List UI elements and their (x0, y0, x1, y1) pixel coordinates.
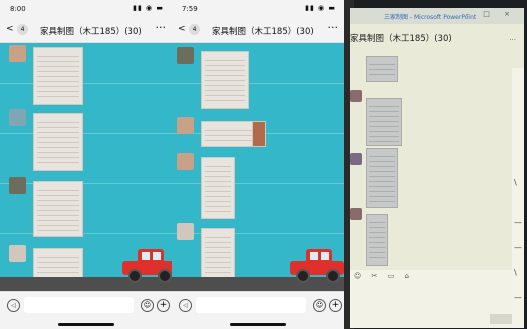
bg-wave (0, 133, 172, 134)
drawing-photo-message[interactable] (366, 98, 402, 146)
photo-edge (252, 121, 266, 147)
voice-icon[interactable]: ◁ (7, 299, 20, 312)
side-panel: \ — — \ — (512, 68, 524, 328)
drawing-photo-message[interactable] (201, 157, 235, 219)
side-mark: — (514, 293, 522, 302)
avatar[interactable] (177, 117, 194, 134)
drawing-photo-message[interactable] (33, 47, 83, 105)
window-title: 三家制图 - Microsoft PowerPoint (384, 14, 477, 21)
message-input-bar: ◁ ☺ + (0, 291, 172, 329)
drawing-photo-message[interactable] (366, 214, 388, 266)
chat-title: 家具制图（木工185）(30) (212, 27, 314, 37)
drawing-photo-message[interactable] (366, 56, 398, 82)
side-mark: \ (514, 268, 517, 277)
home-indicator (230, 323, 286, 326)
avatar[interactable] (9, 245, 26, 262)
plus-icon[interactable]: + (157, 299, 170, 312)
side-mark: — (514, 218, 522, 227)
signal-battery-icon: ▮▮ ◉ ▬ (305, 4, 336, 12)
message-input[interactable] (196, 297, 306, 313)
bg-wave (0, 233, 172, 234)
chat-title: 家具制图（木工185）(30) (40, 27, 142, 37)
plus-icon[interactable]: + (329, 299, 342, 312)
bg-wave (172, 183, 344, 184)
avatar[interactable] (350, 153, 362, 165)
voice-icon[interactable]: ◁ (179, 299, 192, 312)
chat-header: < 4 家具制图（木工185）(30) ··· (172, 18, 344, 43)
bg-wave (172, 233, 344, 234)
status-bar: 8:00 ▮▮ ◉ ▬ (0, 0, 172, 18)
desktop-chat-window: 三家制图 - Microsoft PowerPoint – □ × 家具制图（木… (350, 8, 524, 328)
drawing-photo-message[interactable] (366, 148, 398, 208)
message-input[interactable] (24, 297, 134, 313)
home-indicator (58, 323, 114, 326)
avatar[interactable] (9, 109, 26, 126)
avatar[interactable] (9, 45, 26, 62)
chat-title: 家具制图（木工185）(30) (350, 34, 452, 44)
chat-background (0, 43, 172, 291)
drawing-photo-message[interactable] (201, 51, 249, 109)
status-bar: 7:59 ▮▮ ◉ ▬ (172, 0, 344, 18)
status-time: 7:59 (182, 5, 198, 13)
send-button[interactable] (490, 314, 512, 324)
drawing-photo-message[interactable] (33, 113, 83, 171)
emoji-icon[interactable]: ☺ (313, 299, 326, 312)
avatar[interactable] (177, 153, 194, 170)
unread-badge[interactable]: 4 (17, 24, 28, 35)
window-titlebar: 三家制图 - Microsoft PowerPoint – □ × (350, 8, 524, 24)
phone-screenshot-left: 8:00 ▮▮ ◉ ▬ < 4 家具制图（木工185）(30) ··· ◁ ☺ … (0, 0, 172, 329)
avatar[interactable] (9, 177, 26, 194)
side-mark: — (514, 243, 522, 252)
emoji-icon[interactable]: ☺ (141, 299, 154, 312)
unread-badge[interactable]: 4 (189, 24, 200, 35)
chat-header: < 4 家具制图（木工185）(30) ··· (0, 18, 172, 43)
red-car-graphic (122, 249, 172, 283)
phone-screenshot-middle: 7:59 ▮▮ ◉ ▬ < 4 家具制图（木工185）(30) ··· ◁ ☺ … (172, 0, 344, 329)
status-time: 8:00 (10, 5, 26, 13)
avatar[interactable] (177, 223, 194, 240)
message-input-bar: ◁ ☺ + (172, 291, 344, 329)
window-controls[interactable]: – □ × (466, 10, 516, 18)
bg-wave (0, 83, 172, 84)
chevron-left-icon[interactable]: < (6, 24, 14, 34)
avatar[interactable] (350, 208, 362, 220)
avatar[interactable] (177, 47, 194, 64)
bg-wave (172, 83, 344, 84)
more-options-button[interactable]: ··· (328, 21, 339, 34)
chat-background (172, 43, 344, 291)
toolbar-icons[interactable]: ☺ ✂ ▭ ⌂ (354, 272, 413, 280)
more-options-button[interactable]: ... (509, 34, 516, 42)
more-options-button[interactable]: ··· (156, 21, 167, 34)
monitor-photo: 三家制图 - Microsoft PowerPoint – □ × 家具制图（木… (344, 0, 527, 329)
drawing-photo-message[interactable] (33, 181, 83, 237)
red-car-graphic (290, 249, 344, 283)
side-mark: \ (514, 178, 517, 187)
signal-battery-icon: ▮▮ ◉ ▬ (133, 4, 164, 12)
chevron-left-icon[interactable]: < (178, 24, 186, 34)
avatar[interactable] (350, 90, 362, 102)
